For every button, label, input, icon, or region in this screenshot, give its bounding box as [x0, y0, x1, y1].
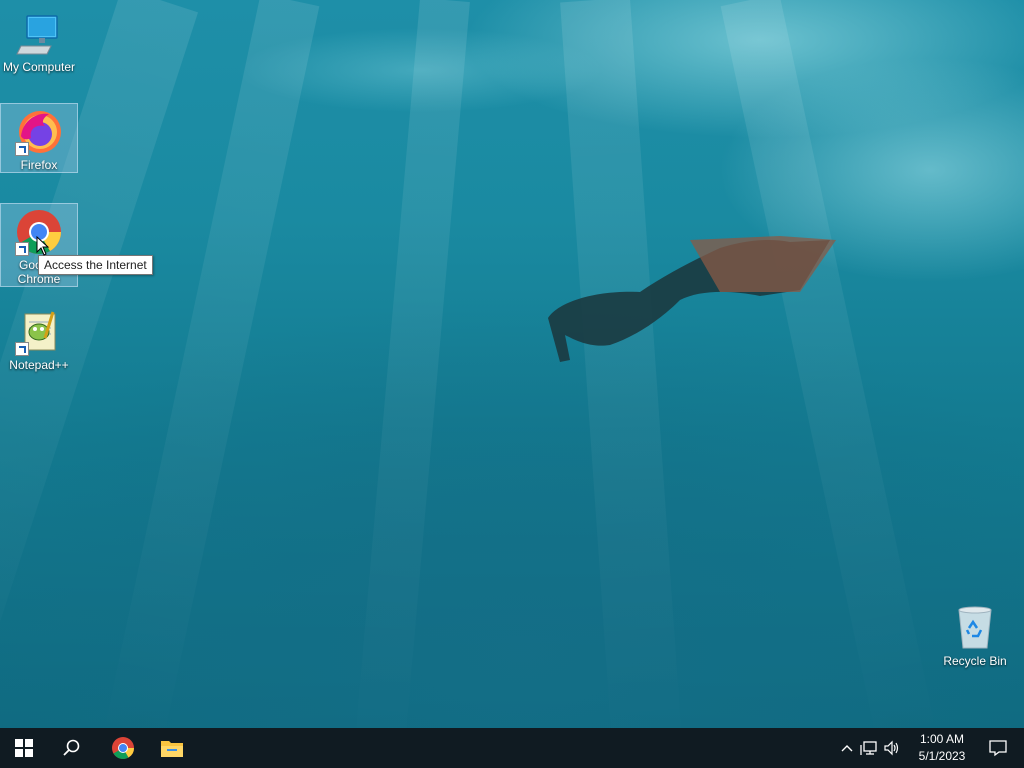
- firefox-icon: [15, 108, 63, 156]
- search-icon: [63, 739, 80, 756]
- taskbar-chrome-button[interactable]: [99, 728, 147, 768]
- desktop-icon-label: Recycle Bin: [943, 654, 1007, 668]
- volume-icon: [884, 740, 899, 756]
- desktop-icon-my-computer[interactable]: My Computer: [1, 6, 77, 74]
- desktop-icon-notepadpp[interactable]: Notepad++: [1, 304, 77, 372]
- network-button[interactable]: [858, 728, 880, 768]
- chevron-up-icon: [841, 745, 853, 752]
- desktop-icon-firefox[interactable]: Firefox: [0, 103, 78, 173]
- computer-icon: [15, 10, 63, 58]
- chrome-icon: [112, 737, 134, 759]
- show-hidden-icons-button[interactable]: [838, 728, 856, 768]
- start-button[interactable]: [0, 728, 48, 768]
- notification-icon: [989, 740, 1007, 757]
- volume-button[interactable]: [881, 728, 903, 768]
- system-tray: 1:00 AM 5/1/2023: [824, 728, 1024, 768]
- clock-time: 1:00 AM: [919, 732, 965, 746]
- network-icon: [860, 741, 877, 755]
- shortcut-arrow-icon: [15, 142, 29, 156]
- action-center-button[interactable]: [980, 728, 1016, 768]
- tooltip: Access the Internet: [38, 255, 153, 275]
- clock-date: 5/1/2023: [918, 749, 966, 763]
- shortcut-arrow-icon: [15, 242, 29, 256]
- notepadpp-icon: [15, 308, 63, 356]
- taskbar: 1:00 AM 5/1/2023: [0, 728, 1024, 768]
- file-explorer-icon: [161, 741, 183, 757]
- taskbar-file-explorer-button[interactable]: [148, 728, 196, 768]
- recycle-bin-icon: [951, 604, 999, 652]
- windows-start-icon: [15, 739, 33, 757]
- mouse-cursor-icon: [36, 236, 50, 256]
- shortcut-arrow-icon: [15, 342, 29, 356]
- desktop-icon-label: Notepad++: [9, 358, 69, 372]
- desktop-icon-label: My Computer: [2, 60, 76, 74]
- wallpaper-swimmer: [548, 236, 836, 362]
- desktop-background[interactable]: My Computer Firefox Goo Chrome Notepad++…: [0, 0, 1024, 728]
- desktop-icon-label: Firefox: [20, 158, 58, 172]
- desktop-icon-recycle-bin[interactable]: Recycle Bin: [937, 600, 1013, 668]
- search-button[interactable]: [48, 728, 96, 768]
- clock[interactable]: 1:00 AM 5/1/2023: [907, 731, 977, 765]
